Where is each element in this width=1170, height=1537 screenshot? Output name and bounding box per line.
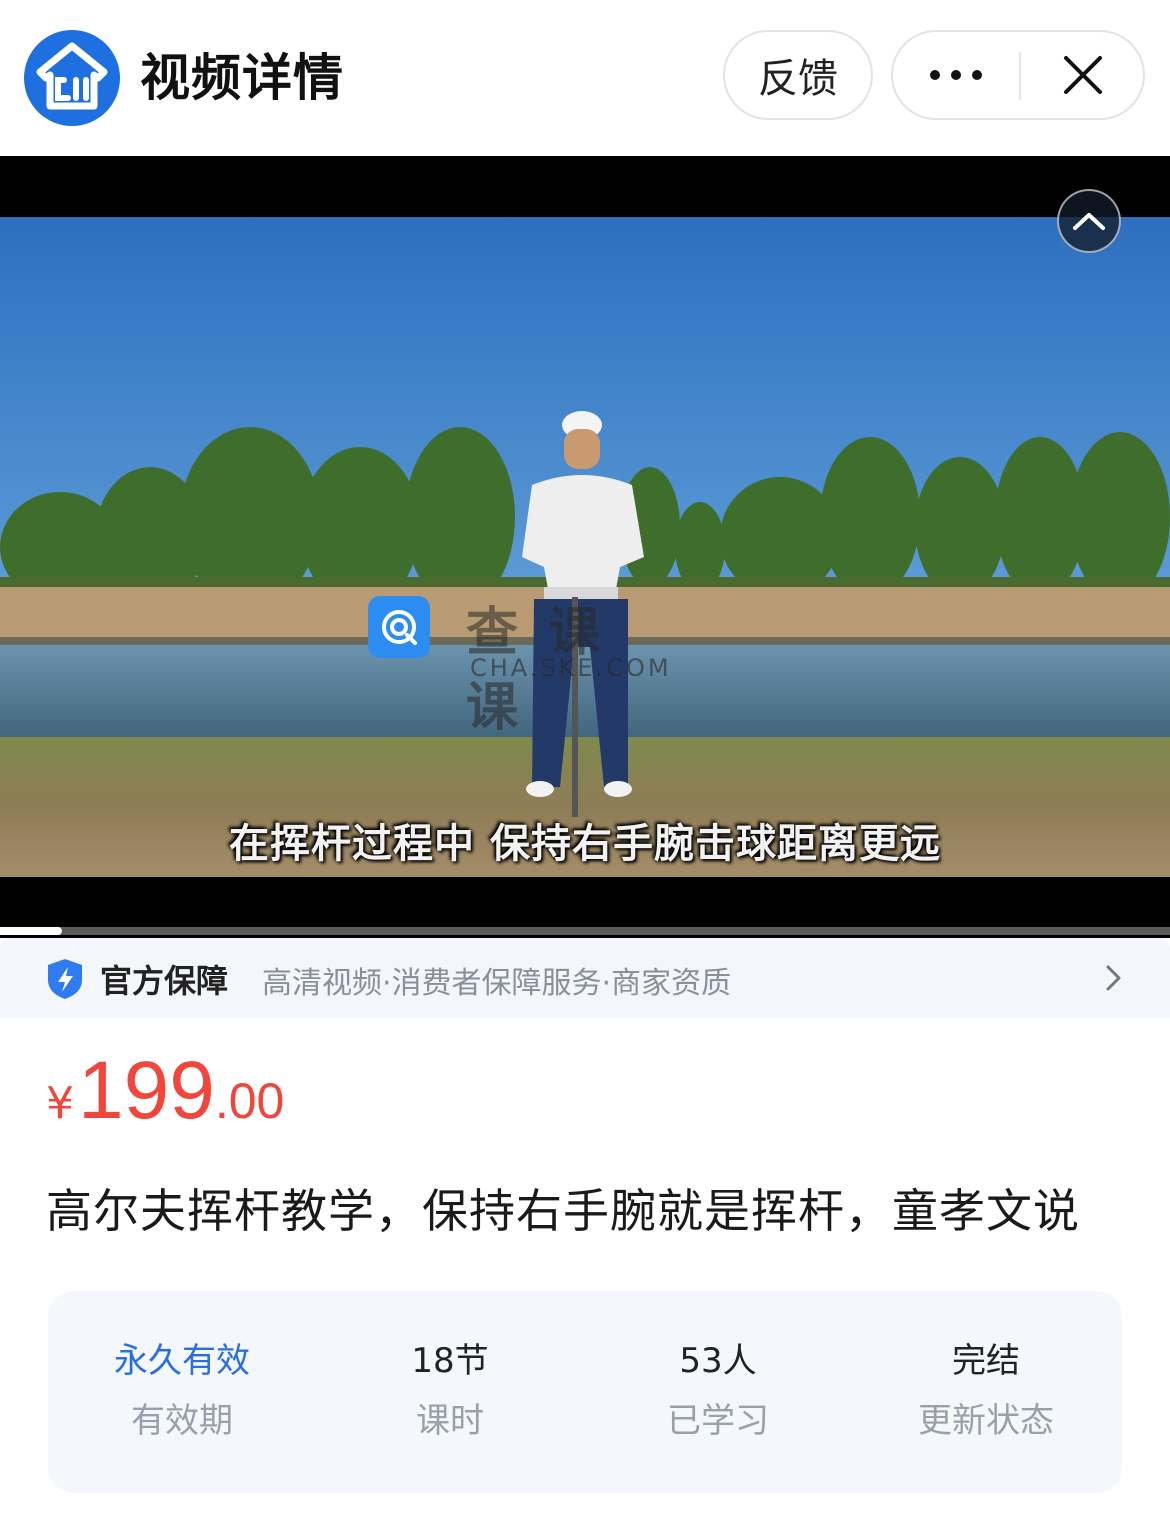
stat-lessons: 18节 课时 xyxy=(316,1339,584,1443)
chevron-right-icon[interactable] xyxy=(1100,962,1126,994)
stat-label: 有效期 xyxy=(131,1401,233,1441)
stat-label: 课时 xyxy=(416,1401,484,1441)
video-progress-bar[interactable] xyxy=(0,927,1170,935)
stat-learners: 53人 已学习 xyxy=(584,1339,852,1443)
feedback-button[interactable]: 反馈 xyxy=(723,30,873,120)
watermark-url: CHA.SKE.COM xyxy=(470,654,672,682)
shield-bolt-icon xyxy=(46,958,84,1000)
stat-validity: 永久有效 有效期 xyxy=(48,1339,316,1443)
stat-value: 53人 xyxy=(679,1341,757,1381)
more-dots-icon[interactable] xyxy=(893,32,1019,118)
stat-update-status: 完结 更新状态 xyxy=(852,1339,1120,1443)
watermark: 查课课 CHA.SKE.COM xyxy=(368,594,669,738)
stat-value: 18节 xyxy=(411,1341,489,1381)
course-title: 高尔夫挥杆教学，保持右手腕就是挥杆，童孝文说 xyxy=(46,1184,1080,1238)
stat-value: 永久有效 xyxy=(114,1341,250,1381)
video-subtitle: 在挥杆过程中 保持右手腕击球距离更远 xyxy=(229,821,941,867)
price-integer: 199 xyxy=(78,1045,215,1136)
chevron-up-icon[interactable] xyxy=(1057,189,1121,253)
video-progress-fill xyxy=(0,927,62,935)
price: ¥199.00 xyxy=(46,1044,284,1138)
watermark-logo-icon xyxy=(368,596,430,658)
stat-label: 已学习 xyxy=(667,1401,769,1441)
guarantee-bar[interactable]: 官方保障 高清视频·消费者保障服务·商家资质 xyxy=(0,938,1170,1018)
top-bar: 视频详情 反馈 xyxy=(0,0,1170,156)
page-title: 视频详情 xyxy=(140,49,344,107)
close-icon[interactable] xyxy=(1021,32,1145,118)
miniprogram-capsule xyxy=(891,30,1145,120)
course-stats: 永久有效 有效期 18节 课时 53人 已学习 完结 更新状态 xyxy=(48,1291,1122,1493)
stat-label: 更新状态 xyxy=(918,1401,1054,1441)
stat-value: 完结 xyxy=(952,1341,1020,1381)
house-logo-icon[interactable] xyxy=(24,30,120,126)
guarantee-title: 官方保障 xyxy=(100,962,229,1000)
price-currency: ¥ xyxy=(46,1078,74,1129)
video-player[interactable]: 查课课 CHA.SKE.COM 在挥杆过程中 保持右手腕击球距离更远 xyxy=(0,156,1170,938)
price-decimal: .00 xyxy=(214,1073,285,1129)
guarantee-items: 高清视频·消费者保障服务·商家资质 xyxy=(262,966,732,1001)
